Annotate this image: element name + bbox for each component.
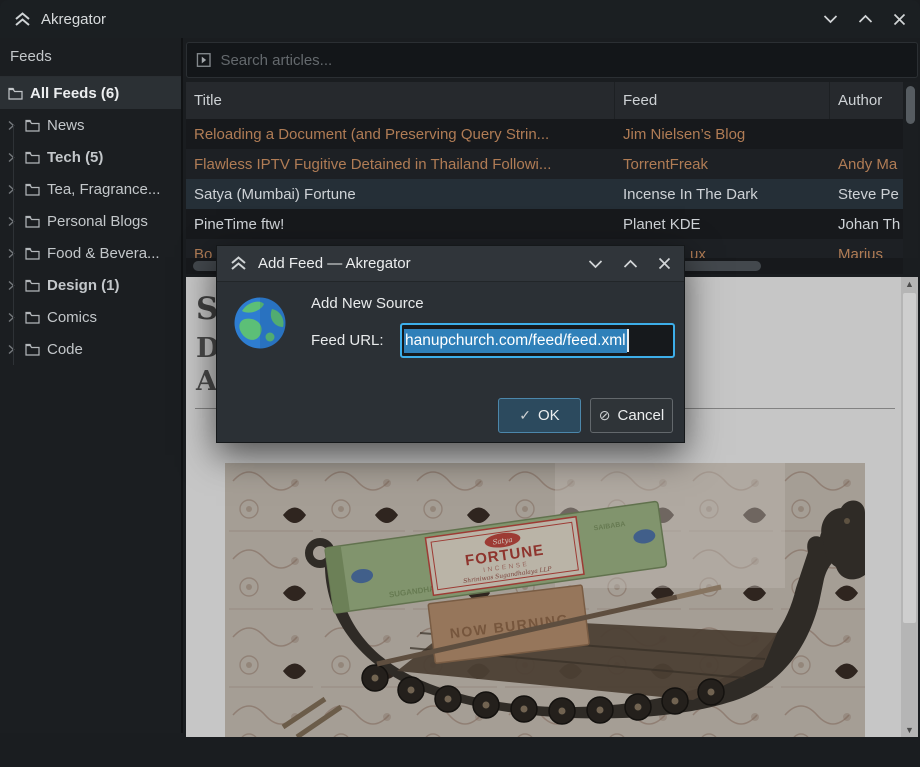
folder-icon — [25, 215, 40, 228]
search-bar — [186, 42, 918, 78]
globe-icon — [233, 296, 287, 350]
add-feed-dialog: Add Feed — Akregator Add New Source Feed… — [216, 245, 685, 443]
article-list-header: Title Feed Author — [186, 82, 918, 119]
feed-sidebar: Feeds All Feeds (6) News Tech (5) Tea, F — [0, 38, 183, 733]
scroll-up-arrow-icon[interactable]: ▲ — [901, 277, 918, 291]
dialog-heading: Add New Source — [311, 295, 424, 312]
sidebar-item-news[interactable]: News — [0, 109, 181, 141]
column-header-feed[interactable]: Feed — [615, 82, 830, 119]
sidebar-item-food-beverage[interactable]: Food & Bevera... — [0, 237, 181, 269]
sidebar-item-tea-fragrance[interactable]: Tea, Fragrance... — [0, 173, 181, 205]
folder-icon — [25, 247, 40, 260]
search-input[interactable] — [220, 52, 908, 69]
window-titlebar[interactable]: Akregator — [0, 0, 920, 38]
ok-button[interactable]: ✓ OK — [498, 398, 581, 433]
sidebar-item-tech[interactable]: Tech (5) — [0, 141, 181, 173]
cancel-button[interactable]: ⊘ Cancel — [590, 398, 673, 433]
article-scrollbar-thumb[interactable] — [903, 293, 916, 623]
article-row-selected[interactable]: Satya (Mumbai) Fortune Incense In The Da… — [186, 179, 918, 209]
tree-guide-line — [13, 125, 14, 365]
minimize-icon[interactable] — [588, 259, 603, 269]
akregator-window: Akregator Feeds All Feeds (6) News — [0, 0, 920, 767]
article-row[interactable]: Reloading a Document (and Preserving Que… — [186, 119, 918, 149]
sidebar-item-all-feeds[interactable]: All Feeds (6) — [0, 77, 181, 109]
article-list: Title Feed Author Reloading a Document (… — [186, 82, 918, 258]
sidebar-item-code[interactable]: Code — [0, 333, 181, 365]
selected-url-text: hanupchurch.com/feed/feed.xml — [404, 329, 627, 353]
sidebar-item-design[interactable]: Design (1) — [0, 269, 181, 301]
article-author-fragment: A — [196, 366, 217, 397]
feed-url-label: Feed URL: — [311, 332, 384, 349]
akregator-app-icon — [230, 256, 247, 271]
close-icon[interactable] — [893, 13, 906, 26]
folder-icon — [25, 279, 40, 292]
check-icon: ✓ — [519, 407, 531, 424]
sidebar-item-comics[interactable]: Comics — [0, 301, 181, 333]
article-photo-incense-boat: ) — [225, 463, 865, 737]
feeds-panel-header: Feeds — [0, 38, 181, 77]
maximize-icon[interactable] — [623, 259, 638, 269]
scroll-down-arrow-icon[interactable]: ▼ — [901, 723, 918, 737]
close-icon[interactable] — [658, 257, 671, 270]
article-row[interactable]: Flawless IPTV Fugitive Detained in Thail… — [186, 149, 918, 179]
dialog-title: Add Feed — Akregator — [258, 255, 411, 272]
vscrollbar-thumb[interactable] — [906, 86, 915, 124]
folder-icon — [25, 119, 40, 132]
article-list-vscrollbar[interactable] — [903, 82, 918, 258]
text-caret — [627, 329, 629, 352]
article-row[interactable]: PineTime ftw! Planet KDE Johan Th — [186, 209, 918, 239]
maximize-icon[interactable] — [858, 14, 873, 24]
article-scrollbar[interactable]: ▲ ▼ — [901, 277, 918, 737]
feed-url-input[interactable]: hanupchurch.com/feed/feed.xml — [400, 323, 675, 358]
akregator-app-icon — [14, 12, 31, 27]
folder-icon — [25, 343, 40, 356]
folder-icon — [25, 183, 40, 196]
dialog-titlebar[interactable]: Add Feed — Akregator — [217, 246, 684, 282]
column-header-title[interactable]: Title — [186, 82, 615, 119]
folder-icon — [8, 87, 23, 100]
column-header-author[interactable]: Author — [830, 82, 903, 119]
search-filter-icon — [196, 52, 211, 68]
sidebar-item-personal-blogs[interactable]: Personal Blogs — [0, 205, 181, 237]
minimize-icon[interactable] — [823, 14, 838, 24]
cancel-slash-icon: ⊘ — [599, 407, 611, 424]
window-title: Akregator — [41, 11, 106, 28]
folder-icon — [25, 311, 40, 324]
feed-tree: All Feeds (6) News Tech (5) Tea, Fragran… — [0, 77, 181, 365]
folder-icon — [25, 151, 40, 164]
